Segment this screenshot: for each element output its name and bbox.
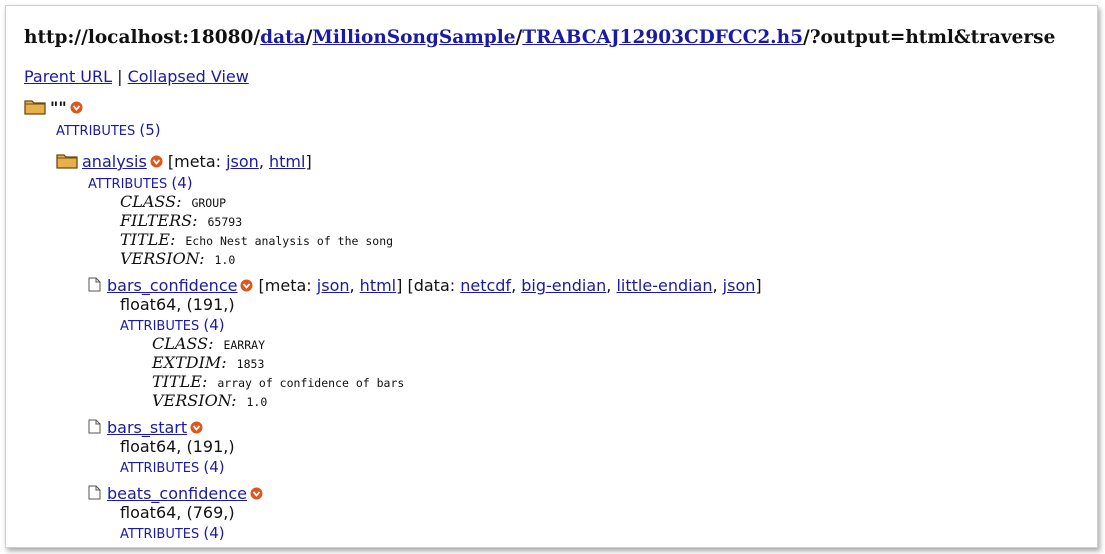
attribute-key: CLASS: <box>152 334 214 353</box>
nav-links: Parent URL | Collapsed View <box>24 67 249 86</box>
bracket-close: ] <box>305 152 312 171</box>
attributes-label: ATTRIBUTES <box>120 319 200 334</box>
attribute-key: TITLE: <box>152 372 208 391</box>
expand-arrow-icon[interactable] <box>70 99 83 118</box>
attributes-count: (4) <box>203 316 225 334</box>
dataset-row-beats-confidence: beats_confidence <box>88 484 263 504</box>
parent-url-link[interactable]: Parent URL <box>24 67 112 86</box>
meta-json-link[interactable]: json <box>226 152 259 171</box>
data-little-endian-link[interactable]: little-endian <box>616 276 712 295</box>
crumb-millionsongsample-link[interactable]: MillionSongSample <box>312 27 515 48</box>
attribute-value: GROUP <box>191 196 227 210</box>
dataset-dtype: float64, (191,) <box>120 295 235 314</box>
comma: , <box>349 276 360 295</box>
crumb-data-link[interactable]: data <box>260 27 305 48</box>
attribute-value: Echo Nest analysis of the song <box>185 234 394 248</box>
expand-arrow-icon[interactable] <box>250 485 263 504</box>
attribute-row: EXTDIM: 1853 <box>152 353 264 372</box>
beats-confidence-attributes-toggle[interactable]: ATTRIBUTES (4) <box>120 524 225 542</box>
attribute-row: FILTERS: 65793 <box>120 211 242 230</box>
dataset-row-bars-confidence: bars_confidence [meta: json, html] [data… <box>88 276 762 296</box>
bars-confidence-attributes-toggle[interactable]: ATTRIBUTES (4) <box>120 316 225 334</box>
attribute-key: VERSION: <box>120 249 205 268</box>
data-json-link[interactable]: json <box>723 276 756 295</box>
attribute-row: TITLE: Echo Nest analysis of the song <box>120 230 393 249</box>
dataset-dtype: float64, (191,) <box>120 437 235 456</box>
attribute-key: VERSION: <box>152 391 237 410</box>
attribute-value: array of confidence of bars <box>217 376 405 390</box>
data-big-endian-link[interactable]: big-endian <box>521 276 606 295</box>
meta-open: [meta: <box>162 152 227 171</box>
url-prefix: http://localhost:18080/ <box>24 27 261 48</box>
meta-html-link[interactable]: html <box>269 152 305 171</box>
attribute-key: EXTDIM: <box>152 353 227 372</box>
attribute-row: CLASS: EARRAY <box>152 334 265 353</box>
expand-arrow-icon[interactable] <box>240 277 253 296</box>
group-analysis-link[interactable]: analysis <box>82 152 147 171</box>
file-icon <box>88 419 101 438</box>
data-open: [data: <box>402 276 461 295</box>
attribute-row: VERSION: 1.0 <box>120 249 235 268</box>
attribute-row: TITLE: array of confidence of bars <box>152 372 404 391</box>
attributes-label: ATTRIBUTES <box>120 527 200 542</box>
attribute-value: 65793 <box>207 215 243 229</box>
dataset-dtype: float64, (769,) <box>120 503 235 522</box>
file-icon <box>88 485 101 504</box>
group-row-analysis: analysis [meta: json, html] <box>56 152 312 173</box>
file-icon <box>88 277 101 296</box>
crumb-file-link[interactable]: TRABCAJ12903CDFCC2.h5 <box>522 27 803 48</box>
attributes-label: ATTRIBUTES <box>88 177 168 192</box>
expand-arrow-icon[interactable] <box>150 153 163 172</box>
attributes-count: (4) <box>203 458 225 476</box>
folder-icon[interactable] <box>24 98 46 119</box>
attribute-key: TITLE: <box>120 230 176 249</box>
attributes-count: (5) <box>139 121 161 139</box>
nav-separator: | <box>112 67 128 86</box>
root-group-row: "" <box>24 98 83 119</box>
attribute-key: FILTERS: <box>120 211 198 230</box>
dataset-row-bars-start: bars_start <box>88 418 203 438</box>
root-group-name[interactable]: "" <box>50 98 67 117</box>
dataset-beats-confidence-link[interactable]: beats_confidence <box>107 484 247 503</box>
comma: , <box>511 276 522 295</box>
expand-arrow-icon[interactable] <box>190 419 203 438</box>
attributes-count: (4) <box>171 174 193 192</box>
browser-page: http://localhost:18080/data/MillionSongS… <box>5 5 1098 548</box>
attribute-value: 1853 <box>236 357 265 371</box>
analysis-attributes-toggle[interactable]: ATTRIBUTES (4) <box>88 174 193 192</box>
page-url-heading: http://localhost:18080/data/MillionSongS… <box>24 27 1055 48</box>
attribute-key: CLASS: <box>120 192 182 211</box>
root-attributes-toggle[interactable]: ATTRIBUTES (5) <box>56 121 161 139</box>
attribute-value: 1.0 <box>214 253 236 267</box>
attributes-count: (4) <box>203 524 225 542</box>
meta-html-link[interactable]: html <box>360 276 396 295</box>
url-suffix: /?output=html&traverse <box>802 27 1056 48</box>
dataset-bars-confidence-link[interactable]: bars_confidence <box>107 276 237 295</box>
collapsed-view-link[interactable]: Collapsed View <box>128 67 249 86</box>
comma: , <box>606 276 617 295</box>
meta-open: [meta: <box>253 276 317 295</box>
data-netcdf-link[interactable]: netcdf <box>460 276 511 295</box>
folder-icon[interactable] <box>56 152 78 173</box>
attributes-label: ATTRIBUTES <box>120 461 200 476</box>
bars-start-attributes-toggle[interactable]: ATTRIBUTES (4) <box>120 458 225 476</box>
comma: , <box>712 276 723 295</box>
dataset-bars-start-link[interactable]: bars_start <box>107 418 187 437</box>
meta-json-link[interactable]: json <box>317 276 350 295</box>
attribute-row: CLASS: GROUP <box>120 192 226 211</box>
attribute-row: VERSION: 1.0 <box>152 391 267 410</box>
bracket-close: ] <box>755 276 762 295</box>
attribute-value: 1.0 <box>246 395 268 409</box>
comma: , <box>258 152 269 171</box>
attribute-value: EARRAY <box>223 338 265 352</box>
attributes-label: ATTRIBUTES <box>56 124 136 139</box>
